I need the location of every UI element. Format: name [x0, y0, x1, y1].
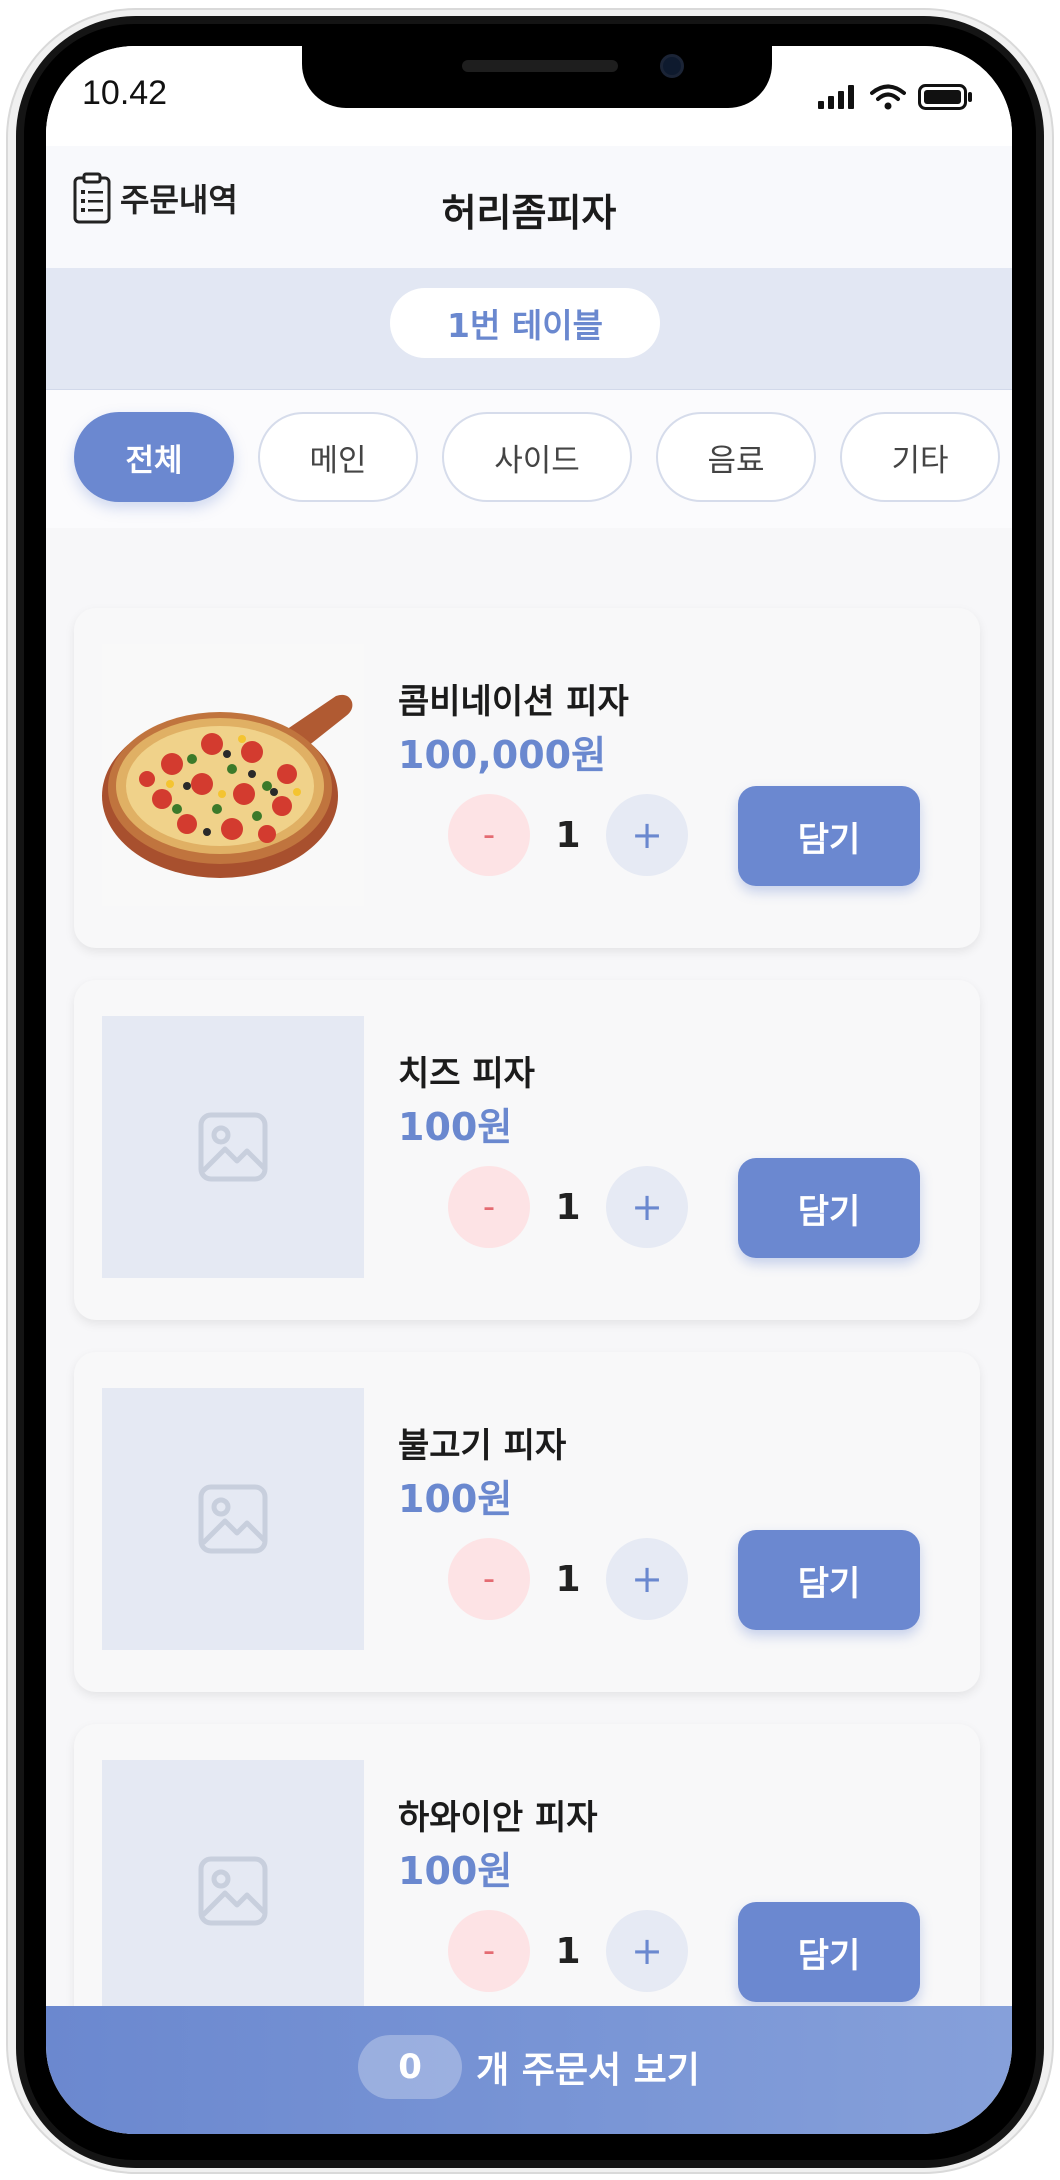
signal-icon — [818, 85, 854, 109]
menu-item-photo-placeholder — [102, 1760, 364, 2022]
view-order-label: 개 주문서 보기 — [476, 2050, 700, 2091]
tab-all[interactable]: 전체 — [74, 412, 234, 502]
menu-item-photo-placeholder — [102, 1388, 364, 1650]
status-icons — [818, 84, 974, 110]
table-number-badge: 1번 테이블 — [390, 288, 660, 358]
add-to-cart-button[interactable]: 담기 — [738, 1902, 920, 2002]
increase-quantity-button[interactable]: + — [606, 794, 688, 876]
add-to-cart-button[interactable]: 담기 — [738, 1158, 920, 1258]
order-count-badge: 0 — [358, 2035, 463, 2099]
app-header: 주문내역 허리좀피자 — [46, 146, 1012, 268]
add-to-cart-button[interactable]: 담기 — [738, 786, 920, 886]
increase-quantity-button[interactable]: + — [606, 1166, 688, 1248]
decrease-quantity-button[interactable]: - — [448, 1538, 530, 1620]
quantity-value: 1 — [555, 814, 581, 856]
image-placeholder-icon — [198, 1112, 268, 1182]
quantity-value: 1 — [555, 1930, 581, 1972]
menu-item-name: 불고기 피자 — [398, 1426, 567, 1466]
quantity-value: 1 — [555, 1558, 581, 1600]
menu-item-price: 100원 — [398, 1477, 513, 1521]
status-time: 10.42 — [82, 74, 168, 112]
menu-item-name: 치즈 피자 — [398, 1054, 535, 1094]
image-placeholder-icon — [198, 1856, 268, 1926]
quantity-value: 1 — [555, 1186, 581, 1228]
menu-item-name: 콤비네이션 피자 — [398, 682, 629, 722]
speaker — [462, 60, 618, 72]
tab-etc[interactable]: 기타 — [840, 412, 1000, 502]
menu-item-card: 콤비네이션 피자 100,000원 - 1 + 담기 — [74, 608, 980, 948]
tab-drink[interactable]: 음료 — [656, 412, 816, 502]
menu-item-photo — [102, 644, 364, 906]
view-order-button[interactable]: 0 개 주문서 보기 — [46, 2006, 1012, 2134]
menu-item-photo-placeholder — [102, 1016, 364, 1278]
decrease-quantity-button[interactable]: - — [448, 1910, 530, 1992]
tab-side[interactable]: 사이드 — [442, 412, 632, 502]
decrease-quantity-button[interactable]: - — [448, 794, 530, 876]
menu-item-price: 100,000원 — [398, 733, 607, 777]
tab-main[interactable]: 메인 — [258, 412, 418, 502]
notch — [302, 46, 772, 108]
app-screen: 10.42 주문내역 허리좀피자 1번 테이블 전체 메인 사이드 음료 기타 … — [46, 46, 1012, 2134]
menu-item-card: 치즈 피자 100원 - 1 + 담기 — [74, 980, 980, 1320]
menu-item-card: 불고기 피자 100원 - 1 + 담기 — [74, 1352, 980, 1692]
image-placeholder-icon — [198, 1484, 268, 1554]
wifi-icon — [870, 84, 906, 110]
battery-icon — [918, 84, 972, 110]
menu-item-name: 하와이안 피자 — [398, 1798, 598, 1838]
menu-item-price: 100원 — [398, 1849, 513, 1893]
increase-quantity-button[interactable]: + — [606, 1910, 688, 1992]
pizza-icon — [102, 694, 353, 878]
store-title: 허리좀피자 — [441, 191, 617, 235]
category-tabs: 전체 메인 사이드 음료 기타 — [46, 390, 1012, 528]
table-banner: 1번 테이블 — [46, 268, 1012, 390]
decrease-quantity-button[interactable]: - — [448, 1166, 530, 1248]
increase-quantity-button[interactable]: + — [606, 1538, 688, 1620]
add-to-cart-button[interactable]: 담기 — [738, 1530, 920, 1630]
camera — [660, 54, 684, 78]
status-bar: 10.42 — [46, 46, 1012, 146]
menu-item-price: 100원 — [398, 1105, 513, 1149]
